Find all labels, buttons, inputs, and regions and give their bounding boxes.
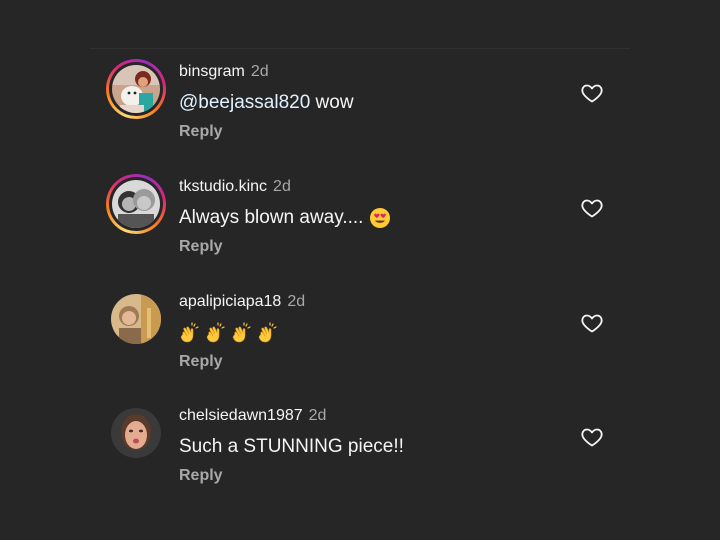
avatar (111, 408, 161, 458)
comment-item: binsgram 2d @beejassal820 wow Reply (106, 59, 626, 159)
clapping-hands-emoji (258, 322, 277, 343)
reply-button[interactable]: Reply (179, 467, 223, 485)
avatar-container[interactable] (106, 403, 166, 463)
comment-username[interactable]: chelsiedawn1987 (179, 407, 303, 424)
heart-outline-icon[interactable] (580, 196, 604, 220)
comment-time: 2d (250, 63, 269, 80)
comment-text: Always blown away.... (179, 207, 391, 229)
comment-time: 2d (308, 407, 327, 424)
avatar-story-ring[interactable] (106, 59, 166, 119)
clapping-hands-emoji-row (179, 322, 279, 344)
heart-outline-icon[interactable] (580, 311, 604, 335)
comment-username[interactable]: apalipiciapa18 (179, 293, 281, 310)
top-divider (90, 48, 630, 49)
comment-text: Such a STUNNING piece!! (179, 436, 404, 458)
avatar (112, 180, 160, 228)
avatar (112, 65, 160, 113)
clapping-hands-emoji (232, 322, 251, 343)
comment-username[interactable]: binsgram (179, 63, 245, 80)
comment-mention[interactable]: @beejassal820 (179, 92, 310, 113)
comment-body: Always blown away.... (179, 207, 364, 229)
heart-outline-icon[interactable] (580, 81, 604, 105)
comment-item: chelsiedawn1987 2d Such a STUNNING piece!… (106, 403, 626, 503)
comment-item: tkstudio.kinc 2d Always blown away.... Re… (106, 174, 626, 274)
comment-text (179, 322, 279, 344)
heart-eyes-emoji (369, 207, 391, 229)
avatar-container[interactable] (106, 289, 166, 349)
comment-time: 2d (273, 178, 291, 195)
heart-outline-icon[interactable] (580, 425, 604, 449)
reply-button[interactable]: Reply (179, 353, 223, 371)
comment-item: apalipiciapa18 2d Reply (106, 289, 626, 389)
comment-body: wow (310, 92, 354, 113)
comment-text: @beejassal820 wow (179, 92, 354, 114)
clapping-hands-emoji (180, 322, 199, 343)
clapping-hands-emoji (206, 322, 225, 343)
reply-button[interactable]: Reply (179, 123, 223, 141)
comment-username[interactable]: tkstudio.kinc (179, 178, 267, 195)
avatar (111, 294, 161, 344)
comment-body: Such a STUNNING piece!! (179, 436, 404, 457)
comment-time: 2d (287, 293, 306, 310)
avatar-story-ring[interactable] (106, 174, 166, 234)
reply-button[interactable]: Reply (179, 238, 223, 256)
